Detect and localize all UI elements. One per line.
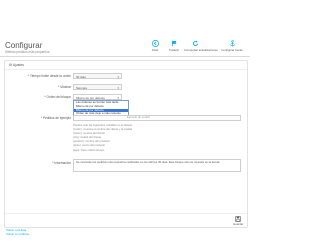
toolbar-check-updates-label: Comprobar actualizaciones xyxy=(184,48,218,52)
panel-heading-label: Ajustes xyxy=(12,63,24,67)
info-textarea[interactable]: Se muestran los pedidos más pequeños rea… xyxy=(73,159,241,172)
toolbar-configure-hooks-label: Configurar hooks xyxy=(221,48,243,52)
toolbar-divider xyxy=(0,56,250,57)
toolbar-configure-hooks-button[interactable]: Configurar hooks xyxy=(221,40,243,52)
toolbar-check-updates-button[interactable]: Comprobar actualizaciones xyxy=(184,40,218,52)
page-subtitle: Últimos pedidos más pequeños xyxy=(5,50,50,54)
time-limit-select[interactable]: 30 días ▾ xyxy=(73,73,122,79)
chevron-down-icon: ▾ xyxy=(117,86,119,90)
sample-orders-label: * Pedidos de ejemplo xyxy=(40,116,71,120)
save-button[interactable]: Guardar xyxy=(233,216,243,226)
back-icon xyxy=(151,40,159,47)
toolbar-translate-label: Traducir xyxy=(168,48,180,52)
page-title: Configurar xyxy=(5,41,43,50)
panel-heading-divider xyxy=(5,69,247,70)
flag-icon xyxy=(171,40,177,47)
time-limit-label: * Tiempo límite desde la orden xyxy=(27,74,71,78)
settings-icon: ⚙ xyxy=(9,63,13,67)
sample-orders-hint: Ejemplo de pedido xyxy=(127,115,151,119)
block-order-label: * Orden del bloque xyxy=(44,95,71,99)
variables-help: Puedes usar las siguientes variables en … xyxy=(73,124,243,153)
info-label: * Información xyxy=(52,161,71,165)
settings-panel: ⚙ Ajustes * Tiempo límite desde la orden… xyxy=(4,60,248,228)
panel-heading: ⚙ Ajustes xyxy=(9,63,24,67)
show-label: * Mostrar xyxy=(58,85,71,89)
show-select[interactable]: Siempre ▾ xyxy=(73,84,122,90)
refresh-icon xyxy=(192,40,198,47)
back-to-modules-link[interactable]: Volver a módulos xyxy=(6,232,29,236)
chevron-down-icon: ▾ xyxy=(117,75,119,79)
toolbar-translate-button[interactable]: Traducir xyxy=(163,40,185,52)
anchor-icon xyxy=(229,40,235,47)
panel-footer-divider xyxy=(5,213,247,214)
sample-orders-input[interactable] xyxy=(73,115,241,121)
help-line: {ago}: hace cuánto tiempo xyxy=(73,148,105,152)
save-label: Guardar xyxy=(233,222,244,226)
